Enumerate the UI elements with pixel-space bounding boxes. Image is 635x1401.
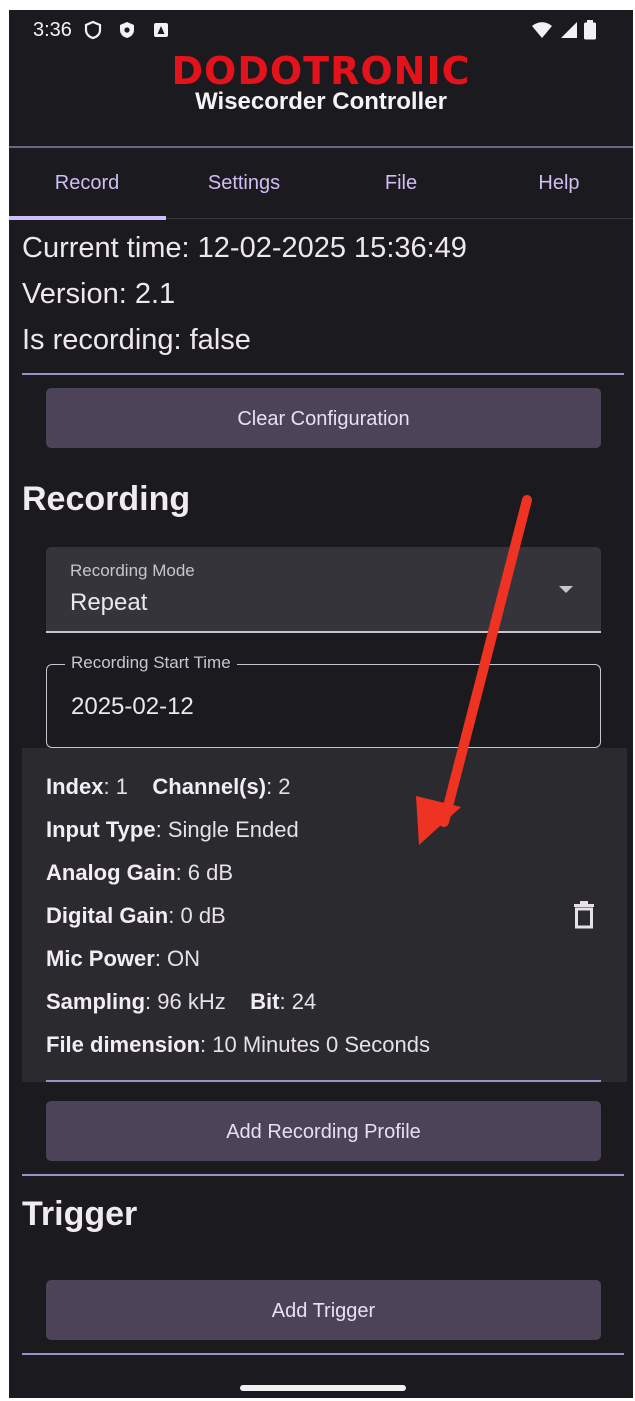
recording-section-divider [22, 1174, 624, 1176]
recording-profile-card: Index: 1 Channel(s): 2 Input Type: Singl… [22, 748, 627, 1082]
shield-outline-icon [84, 20, 102, 40]
channels-value: : 2 [266, 774, 291, 799]
bit-value: : 24 [279, 989, 317, 1014]
profile-sampling-line: Sampling: 96 kHz Bit: 24 [46, 989, 316, 1015]
active-tab-indicator [9, 216, 166, 220]
profile-mic-power-line: Mic Power: ON [46, 946, 200, 972]
wifi-icon [532, 22, 552, 38]
recording-start-time-value: 2025-02-12 [71, 693, 194, 720]
trigger-divider [22, 1353, 624, 1355]
cell-signal-icon [561, 22, 577, 38]
shield-filled-icon [120, 22, 134, 38]
bit-label: Bit [250, 989, 280, 1014]
digital-gain-label: Digital Gain [46, 903, 169, 928]
tab-help[interactable]: Help [481, 148, 633, 218]
add-recording-profile-button[interactable]: Add Recording Profile [46, 1101, 601, 1161]
sampling-value: : 96 kHz [145, 989, 226, 1014]
input-type-label: Input Type [46, 817, 156, 842]
info-divider [22, 373, 624, 375]
mic-power-value: : ON [154, 946, 201, 971]
recording-start-time-label: Recording Start Time [65, 653, 237, 673]
profile-input-type-line: Input Type: Single Ended [46, 817, 299, 843]
tab-bar: Record Settings File Help [9, 148, 633, 219]
recording-mode-value: Repeat [70, 589, 148, 616]
file-dimension-value: : 10 Minutes 0 Seconds [200, 1032, 430, 1057]
add-trigger-button[interactable]: Add Trigger [46, 1280, 601, 1340]
profile-index-line: Index: 1 Channel(s): 2 [46, 774, 291, 800]
delete-trash-icon[interactable] [572, 900, 596, 930]
version-text: Version: 2.1 [22, 278, 176, 310]
profile-digital-gain-line: Digital Gain: 0 dB [46, 903, 226, 929]
profile-analog-gain-line: Analog Gain: 6 dB [46, 860, 233, 886]
trigger-section-title: Trigger [22, 1195, 138, 1233]
digital-gain-value: : 0 dB [168, 903, 226, 928]
current-time-text: Current time: 12-02-2025 15:36:49 [22, 232, 467, 264]
recording-start-time-field[interactable]: Recording Start Time 2025-02-12 [46, 653, 601, 748]
recording-mode-label: Recording Mode [70, 561, 195, 580]
index-label: Index [46, 774, 104, 799]
app-subtitle: Wisecorder Controller [195, 88, 447, 115]
status-bar: 3:36 [9, 10, 633, 50]
mic-power-label: Mic Power [46, 946, 155, 971]
recording-section-title: Recording [22, 480, 191, 518]
gesture-nav-bar[interactable] [240, 1385, 406, 1391]
file-dimension-label: File dimension [46, 1032, 201, 1057]
sampling-label: Sampling [46, 989, 146, 1014]
recording-mode-dropdown[interactable]: Recording Mode Repeat [46, 547, 601, 633]
status-time: 3:36 [33, 19, 72, 41]
is-recording-text: Is recording: false [22, 324, 251, 356]
channels-label: Channel(s) [152, 774, 267, 799]
profile-file-dimension-line: File dimension: 10 Minutes 0 Seconds [46, 1032, 430, 1058]
battery-icon [584, 20, 596, 40]
app-notification-icon [154, 23, 168, 37]
brand-logo: DODOTRONIC [171, 49, 471, 93]
analog-gain-value: : 6 dB [175, 860, 234, 885]
tab-settings[interactable]: Settings [166, 148, 322, 218]
profile-divider [46, 1080, 601, 1082]
tab-record[interactable]: Record [9, 148, 165, 218]
clear-configuration-button[interactable]: Clear Configuration [46, 388, 601, 448]
input-type-value: : Single Ended [155, 817, 299, 842]
dropdown-arrow-icon [559, 586, 573, 593]
tab-file[interactable]: File [323, 148, 479, 218]
analog-gain-label: Analog Gain [46, 860, 176, 885]
index-value: : 1 [103, 774, 128, 799]
app-screen: 3:36 DODOTRONIC Wisecorder Controller Re… [9, 10, 633, 1398]
